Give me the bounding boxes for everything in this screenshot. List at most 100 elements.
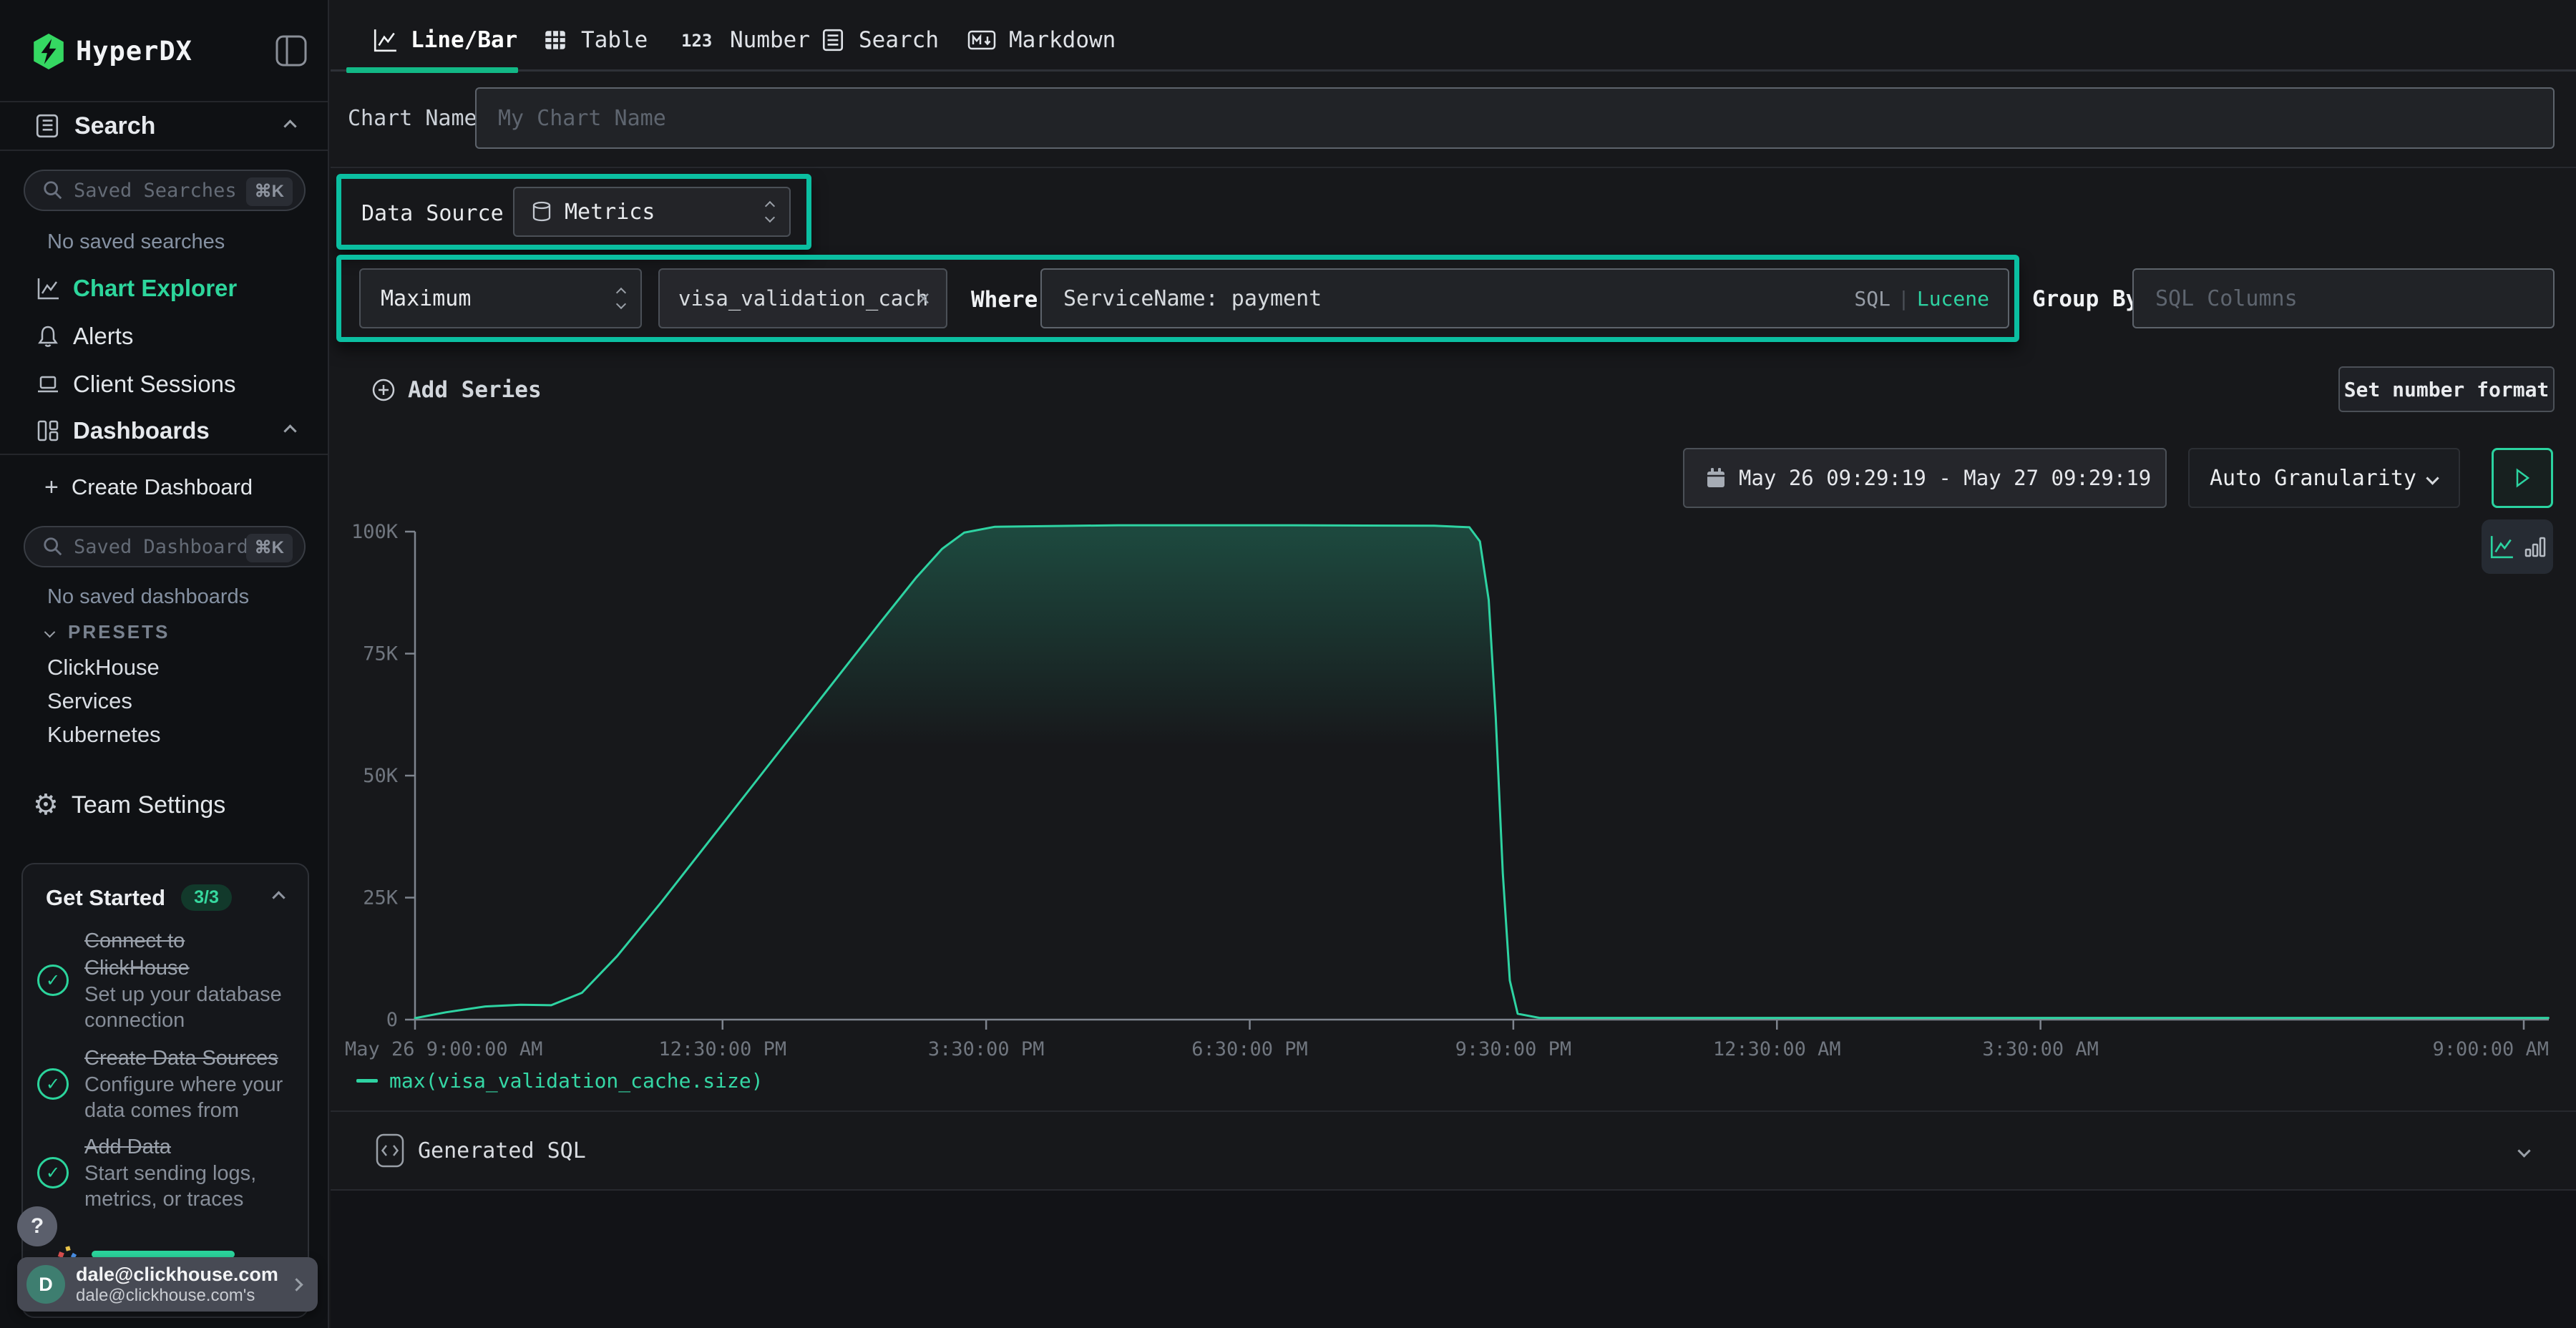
svg-text:123: 123	[681, 31, 712, 51]
saved-searches-placeholder: Saved Searches	[74, 180, 237, 202]
sidebar-section-search[interactable]: Search	[0, 102, 328, 151]
toggle-separator: |	[1890, 287, 1917, 311]
get-started-item-title: Add Data	[84, 1133, 293, 1161]
gear-icon: ⚙	[33, 791, 59, 819]
tab-table[interactable]: Table	[542, 20, 648, 60]
highlight-box-data-source: Data Source Metrics	[336, 174, 811, 250]
create-dashboard-button[interactable]: + Create Dashboard	[44, 474, 253, 500]
y-tick-label: 75K	[363, 643, 399, 665]
tab-markdown[interactable]: Markdown	[967, 20, 1116, 60]
play-icon	[2513, 467, 2532, 489]
sidebar-collapse-icon[interactable]	[275, 34, 308, 67]
sidebar-section-dashboards[interactable]: Dashboards	[0, 408, 328, 455]
brand-title: HyperDX	[76, 36, 192, 67]
sidebar-item-alerts[interactable]: Alerts	[0, 313, 328, 360]
x-tick-label: 9:00:00 AM	[2432, 1038, 2549, 1060]
saved-searches-input[interactable]: Saved Searches ⌘K	[24, 170, 306, 211]
search-icon	[42, 180, 64, 201]
tab-label: Line/Bar	[411, 27, 517, 53]
get-started-item[interactable]: ✓ Connect to ClickHouse Set up your data…	[37, 927, 295, 1033]
preset-services[interactable]: Services	[47, 688, 132, 714]
group-by-label: Group By	[2032, 286, 2139, 312]
tab-line-bar[interactable]: Line/Bar	[372, 20, 517, 60]
sidebar-item-label: Chart Explorer	[73, 275, 237, 302]
generated-sql-toggle[interactable]: Generated SQL	[331, 1112, 2576, 1189]
select-chevrons-icon	[618, 289, 625, 308]
sidebar: HyperDX Search Saved Searches ⌘K No save…	[0, 0, 329, 1328]
run-query-button[interactable]	[2492, 448, 2553, 508]
remove-token-icon[interactable]: ×	[917, 285, 930, 312]
number-123-icon: 123	[681, 29, 717, 51]
data-source-label: Data Source	[361, 201, 504, 226]
tab-number[interactable]: 123 Number	[681, 20, 810, 60]
check-circle-icon: ✓	[37, 1068, 69, 1100]
group-by-input[interactable]: SQL Columns	[2132, 268, 2555, 328]
bell-icon	[36, 324, 60, 348]
granularity-select[interactable]: Auto Granularity	[2188, 448, 2460, 508]
sql-toggle[interactable]: SQL	[1854, 287, 1890, 311]
preset-clickhouse[interactable]: ClickHouse	[47, 655, 160, 680]
y-tick-label: 0	[386, 1009, 398, 1031]
granularity-value: Auto Granularity	[2210, 466, 2416, 491]
chevron-right-icon	[290, 1278, 303, 1291]
lucene-toggle[interactable]: Lucene	[1917, 287, 1989, 311]
journal-icon	[34, 113, 60, 139]
chevron-up-icon	[283, 424, 296, 437]
get-started-item[interactable]: ✓ Add Data Start sending logs, metrics, …	[37, 1133, 295, 1212]
tab-underline-track	[331, 69, 2576, 72]
add-series-button[interactable]: Add Series	[371, 368, 542, 411]
date-range-picker[interactable]: May 26 09:29:19 - May 27 09:29:19	[1683, 448, 2167, 508]
no-saved-dashboards-text: No saved dashboards	[47, 585, 249, 609]
timeseries-chart[interactable]: 025K50K75K100KMay 26 9:00:00 AM12:30:00 …	[331, 501, 2576, 1066]
chevron-down-icon	[44, 627, 56, 638]
sidebar-item-chart-explorer[interactable]: Chart Explorer	[0, 265, 328, 312]
presets-toggle[interactable]: PRESETS	[46, 621, 170, 643]
plus-circle-icon	[371, 377, 396, 403]
help-button[interactable]: ?	[17, 1206, 57, 1246]
sidebar-item-client-sessions[interactable]: Client Sessions	[0, 361, 328, 408]
tab-label: Search	[859, 27, 939, 53]
saved-dashboards-input[interactable]: Saved Dashboards ⌘K	[24, 526, 306, 567]
chevron-down-icon	[2426, 472, 2439, 484]
sidebar-item-label: Alerts	[73, 323, 133, 350]
x-tick-label: 12:30:00 PM	[658, 1038, 786, 1060]
query-language-toggle: SQL|Lucene	[1854, 287, 1989, 311]
preset-kubernetes[interactable]: Kubernetes	[47, 722, 161, 748]
tab-search[interactable]: Search	[820, 20, 939, 60]
search-icon	[42, 536, 64, 557]
x-tick-label: 9:30:00 PM	[1455, 1038, 1572, 1060]
x-tick-label: 3:30:00 AM	[1982, 1038, 2099, 1060]
x-tick-label: 3:30:00 PM	[928, 1038, 1045, 1060]
active-tab-underline	[346, 67, 518, 73]
check-circle-icon: ✓	[37, 965, 69, 996]
line-chart-icon	[36, 276, 60, 301]
y-tick-label: 50K	[363, 765, 399, 787]
user-menu[interactable]: D dale@clickhouse.com dale@clickhouse.co…	[17, 1257, 318, 1312]
app-root: HyperDX Search Saved Searches ⌘K No save…	[0, 0, 2576, 1328]
logo-row: HyperDX	[0, 0, 328, 102]
get-started-item-desc: Set up your database connection	[84, 982, 293, 1033]
data-source-select[interactable]: Metrics	[513, 187, 791, 237]
data-source-value: Metrics	[565, 200, 655, 225]
divider	[331, 167, 2576, 168]
metric-token[interactable]: visa_validation_cach ×	[658, 268, 947, 328]
chevron-down-icon	[2517, 1144, 2530, 1157]
get-started-title: Get Started	[46, 885, 165, 911]
chevron-up-icon	[283, 119, 296, 132]
set-number-format-label: Set number format	[2344, 378, 2550, 401]
get-started-item-title: Connect to ClickHouse	[84, 927, 293, 982]
laptop-icon	[36, 372, 60, 396]
chart-name-input[interactable]: My Chart Name	[475, 87, 2555, 149]
get-started-header[interactable]: Get Started 3/3	[46, 884, 288, 911]
get-started-progress-badge: 3/3	[181, 884, 232, 911]
chart-legend: max(visa_validation_cache.size)	[356, 1069, 763, 1093]
set-number-format-button[interactable]: Set number format	[2338, 366, 2555, 412]
create-dashboard-label: Create Dashboard	[72, 474, 253, 500]
sidebar-item-team-settings[interactable]: ⚙ Team Settings	[0, 781, 328, 829]
select-chevrons-icon	[766, 202, 774, 221]
sidebar-search-label: Search	[74, 112, 155, 140]
get-started-item[interactable]: ✓ Create Data Sources Configure where yo…	[37, 1045, 295, 1123]
aggregation-select[interactable]: Maximum	[359, 268, 642, 328]
get-started-item-desc: Start sending logs, metrics, or traces	[84, 1161, 293, 1212]
where-input[interactable]: ServiceName: payment SQL|Lucene	[1040, 268, 2009, 328]
